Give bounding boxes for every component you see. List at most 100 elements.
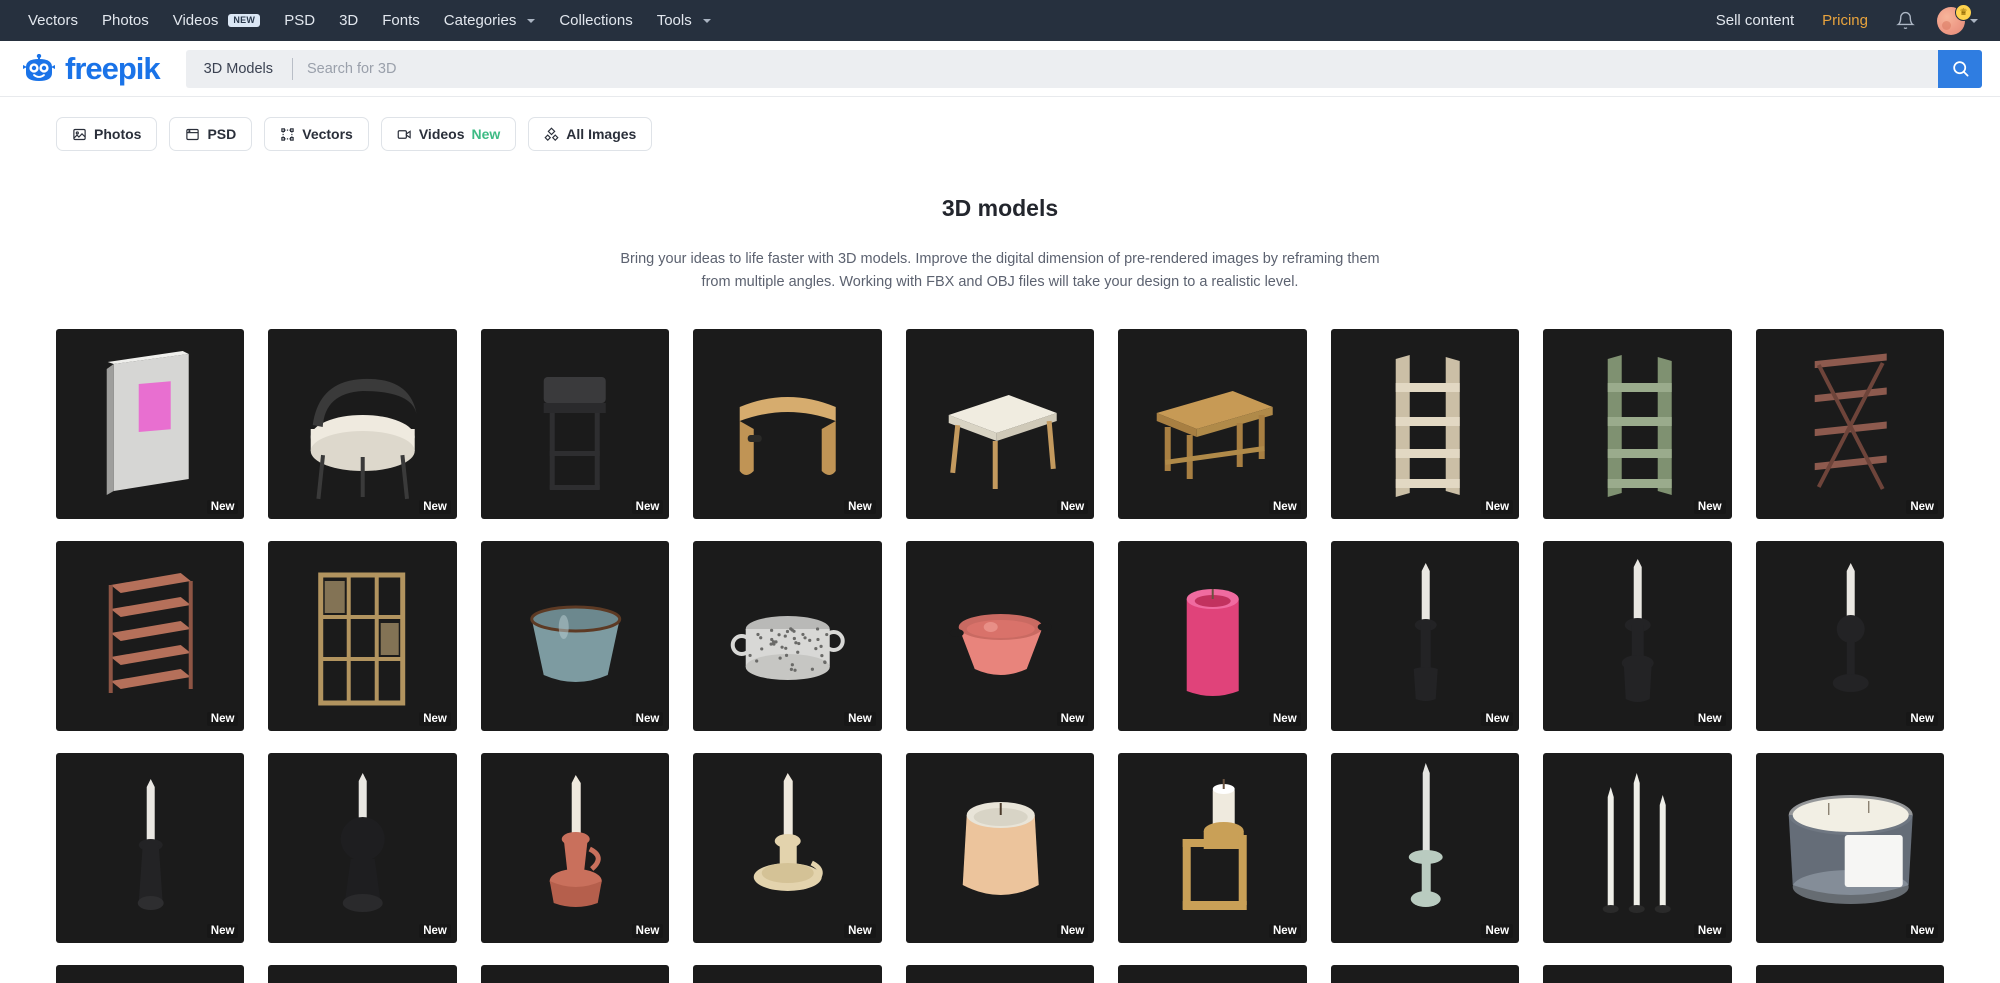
thumbnail-canvas-frame-pink[interactable]: New <box>56 329 244 519</box>
search-input[interactable] <box>293 50 1938 88</box>
filter-chip-label: Photos <box>94 126 141 142</box>
thumbnail-copper-wine-rack[interactable]: New <box>56 541 244 731</box>
thumbnail-row4-item-6[interactable] <box>1118 965 1306 983</box>
thumbnail-gold-square-candle-holder[interactable]: New <box>1118 753 1306 943</box>
sell-content-link[interactable]: Sell content <box>1702 12 1808 29</box>
freepik-logo-text: freepik <box>65 53 160 84</box>
account-avatar-button[interactable]: ♛ <box>1929 7 1978 35</box>
thumbnail-image <box>1543 965 1731 983</box>
nav-link-psd[interactable]: PSD <box>272 0 327 41</box>
thumbnail-image <box>1756 965 1944 983</box>
thumbnail-image <box>1756 541 1944 731</box>
thumbnail-round-armchair[interactable]: New <box>268 329 456 519</box>
thumbnail-art <box>1118 541 1306 731</box>
nav-link-label: PSD <box>284 0 315 41</box>
search-button[interactable] <box>1938 50 1982 88</box>
thumbnail-row4-item-3[interactable] <box>481 965 669 983</box>
thumbnail-image <box>481 541 669 731</box>
new-badge: New <box>1269 924 1301 938</box>
thumbnail-image <box>56 753 244 943</box>
thumbnail-teal-ceramic-bowl[interactable]: New <box>481 541 669 731</box>
thumbnail-row4-item-5[interactable] <box>906 965 1094 983</box>
thumbnail-mint-taper-candlestick[interactable]: New <box>1331 753 1519 943</box>
search-bar: 3D Models <box>186 50 1982 88</box>
thumbnail-image <box>1331 753 1519 943</box>
new-badge: New <box>1906 500 1938 514</box>
nav-link-collections[interactable]: Collections <box>547 0 644 41</box>
thumbnail-row4-item-9[interactable] <box>1756 965 1944 983</box>
thumbnail-black-candlestick-ribbed[interactable]: New <box>1543 541 1731 731</box>
thumbnail-pink-pillar-candle[interactable]: New <box>1118 541 1306 731</box>
filter-chip-all-images[interactable]: All Images <box>528 117 652 151</box>
freepik-logo[interactable]: freepik <box>22 53 160 84</box>
thumbnail-image <box>906 329 1094 519</box>
chevron-down-icon <box>703 19 711 23</box>
thumbnail-wooden-lap-tray[interactable]: New <box>693 329 881 519</box>
filter-chip-photos[interactable]: Photos <box>56 117 157 151</box>
thumbnail-row4-item-4[interactable] <box>693 965 881 983</box>
thumbnail-beige-candle-holder-dish[interactable]: New <box>693 753 881 943</box>
nav-link-3d[interactable]: 3D <box>327 0 370 41</box>
thumbnail-terracotta-candle-holder[interactable]: New <box>481 753 669 943</box>
thumbnail-black-candle-holder-tall[interactable]: New <box>1331 541 1519 731</box>
thumbnail-black-cone-candlestick[interactable]: New <box>56 753 244 943</box>
nav-link-label: 3D <box>339 0 358 41</box>
video-camera-icon <box>397 127 412 142</box>
new-badge: New <box>1694 924 1726 938</box>
nav-link-tools[interactable]: Tools <box>645 0 723 41</box>
nav-link-label: Vectors <box>28 0 78 41</box>
thumbnail-row4-item-8[interactable] <box>1543 965 1731 983</box>
page-description: Bring your ideas to life faster with 3D … <box>605 248 1395 295</box>
thumbnail-image <box>906 753 1094 943</box>
psd-file-icon <box>185 127 200 142</box>
new-badge: New <box>419 712 451 726</box>
new-badge: New <box>632 712 664 726</box>
thumbnail-glass-jar-candle[interactable]: New <box>1756 753 1944 943</box>
thumbnail-art <box>56 753 244 943</box>
thumbnail-art <box>1331 965 1519 983</box>
thumbnail-art <box>56 965 244 983</box>
page-header-block: 3D models Bring your ideas to life faste… <box>0 195 2000 295</box>
thumbnail-black-candlestick-round[interactable]: New <box>1756 541 1944 731</box>
image-icon <box>72 127 87 142</box>
new-badge: New <box>844 924 876 938</box>
filter-chip-videos[interactable]: Videos New <box>381 117 516 151</box>
new-badge: New <box>207 924 239 938</box>
thumbnail-speckled-stone-pot[interactable]: New <box>693 541 881 731</box>
nav-link-label: Photos <box>102 0 149 41</box>
nav-link-label: Categories <box>444 0 517 41</box>
thumbnail-row4-item-7[interactable] <box>1331 965 1519 983</box>
new-badge: New <box>207 712 239 726</box>
bell-icon <box>1896 11 1915 30</box>
thumbnail-folding-bed-tray-table[interactable]: New <box>906 329 1094 519</box>
thumbnail-sage-green-shelf[interactable]: New <box>1543 329 1731 519</box>
nav-link-categories[interactable]: Categories <box>432 0 548 41</box>
thumbnail-row4-item-1[interactable] <box>56 965 244 983</box>
nav-link-vectors[interactable]: Vectors <box>16 0 90 41</box>
thumbnail-brown-cross-shelf[interactable]: New <box>1756 329 1944 519</box>
filter-chip-label: Vectors <box>302 126 353 142</box>
thumbnail-pink-handled-bowl[interactable]: New <box>906 541 1094 731</box>
nav-link-fonts[interactable]: Fonts <box>370 0 432 41</box>
thumbnail-wooden-bench[interactable]: New <box>1118 329 1306 519</box>
thumbnail-row4-item-2[interactable] <box>268 965 456 983</box>
thumbnail-wooden-cube-bookcase[interactable]: New <box>268 541 456 731</box>
thumbnail-art <box>56 329 244 519</box>
thumbnail-art <box>906 541 1094 731</box>
thumbnail-bar-stool-black[interactable]: New <box>481 329 669 519</box>
pricing-link[interactable]: Pricing <box>1808 12 1882 29</box>
notifications-button[interactable] <box>1882 11 1929 30</box>
filter-chip-vectors[interactable]: Vectors <box>264 117 369 151</box>
thumbnail-large-beige-pillar-candle[interactable]: New <box>906 753 1094 943</box>
thumbnail-cream-shelf-unit[interactable]: New <box>1331 329 1519 519</box>
thumbnail-three-white-tapers[interactable]: New <box>1543 753 1731 943</box>
new-badge: New <box>1057 712 1089 726</box>
crown-badge-icon: ♛ <box>1955 4 1972 21</box>
new-badge: New <box>1694 500 1726 514</box>
thumbnail-black-sphere-candlestick[interactable]: New <box>268 753 456 943</box>
thumbnail-image <box>1543 329 1731 519</box>
filter-chip-psd[interactable]: PSD <box>169 117 252 151</box>
nav-link-videos[interactable]: Videos NEW <box>161 0 273 41</box>
search-type-selector[interactable]: 3D Models <box>186 50 293 88</box>
nav-link-photos[interactable]: Photos <box>90 0 161 41</box>
